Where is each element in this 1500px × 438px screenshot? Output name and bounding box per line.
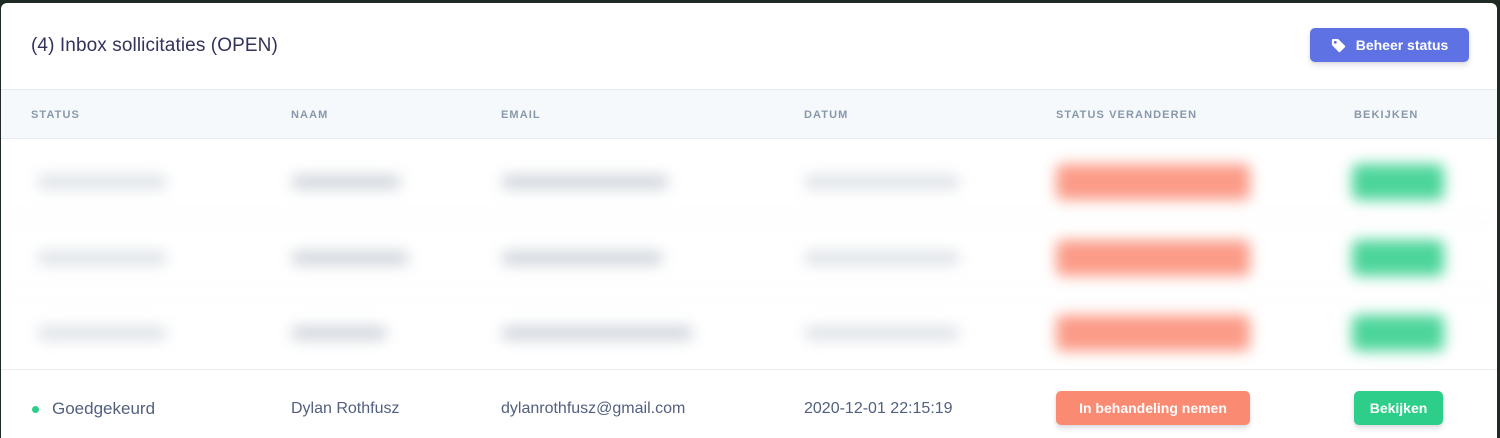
column-header-status: STATUS — [31, 109, 80, 121]
column-header-name: NAAM — [291, 109, 329, 121]
redacted-row — [1, 221, 1497, 295]
manage-status-button[interactable]: Beheer status — [1310, 28, 1469, 62]
column-header-view: BEKIJKEN — [1354, 109, 1419, 121]
card-header: (4) Inbox sollicitaties (OPEN) Beheer st… — [1, 3, 1497, 90]
redacted-rows — [1, 139, 1497, 361]
card-title: (4) Inbox sollicitaties (OPEN) — [31, 35, 278, 56]
column-header-email: EMAIL — [501, 109, 541, 121]
status-dot — [32, 406, 39, 413]
column-header-change-status: STATUS VERANDEREN — [1056, 109, 1198, 121]
view-button[interactable]: Bekijken — [1354, 391, 1443, 425]
redacted-row — [1, 296, 1497, 370]
column-header-date: DATUM — [804, 109, 849, 121]
take-in-progress-button[interactable]: In behandeling nemen — [1056, 391, 1250, 425]
table-header: STATUS NAAM EMAIL DATUM STATUS VERANDERE… — [1, 90, 1497, 139]
email-cell: dylanrothfusz@gmail.com — [501, 400, 686, 417]
applications-card: (4) Inbox sollicitaties (OPEN) Beheer st… — [1, 3, 1497, 438]
tag-icon — [1331, 38, 1346, 53]
manage-status-label: Beheer status — [1355, 37, 1449, 53]
status-cell: Goedgekeurd — [52, 399, 156, 418]
redacted-row — [1, 145, 1497, 219]
table-row: Goedgekeurd Dylan Rothfusz dylanrothfusz… — [1, 369, 1497, 438]
name-cell: Dylan Rothfusz — [291, 400, 400, 417]
date-cell: 2020-12-01 22:15:19 — [804, 400, 953, 417]
